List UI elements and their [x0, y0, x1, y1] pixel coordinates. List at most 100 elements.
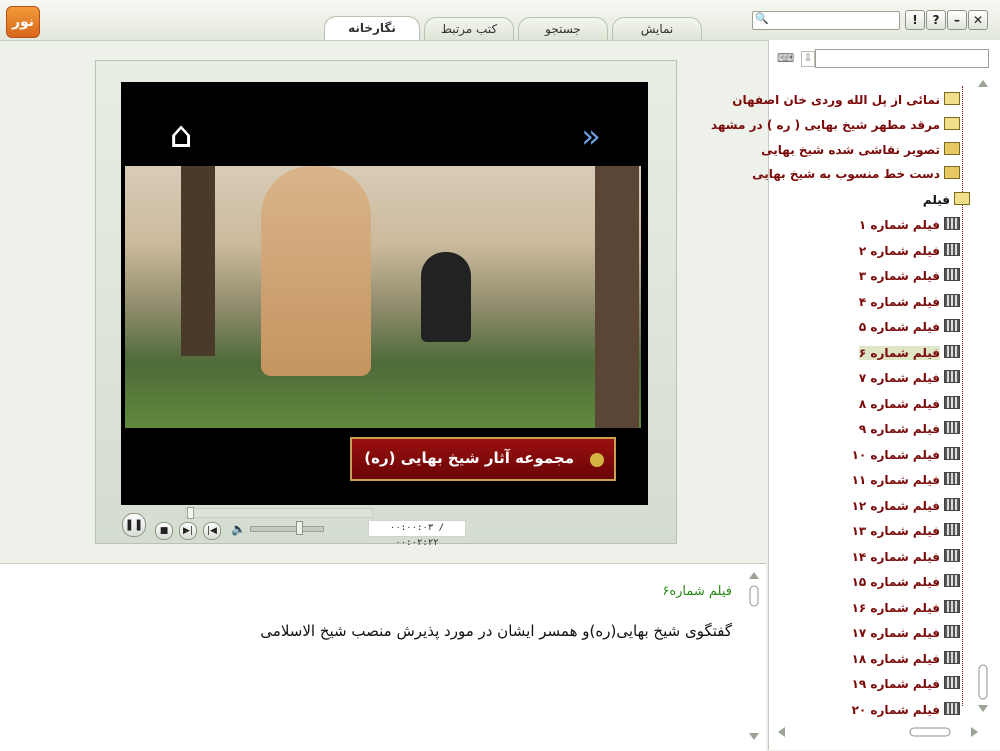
tree-item-film[interactable]: فیلم شماره ۱۵	[852, 574, 960, 592]
tree-item-film[interactable]: فیلم شماره ۱۷	[852, 625, 960, 643]
seek-bar[interactable]	[185, 508, 373, 518]
pause-button[interactable]: ❚❚	[122, 513, 146, 537]
video-screen[interactable]: ⌂ » مجموعه آثار شیخ بهایی (ره)	[121, 82, 648, 505]
scene-figure	[261, 166, 371, 376]
film-icon	[944, 472, 960, 485]
volume-slider[interactable]	[250, 526, 324, 532]
search-input[interactable]: 🔍	[752, 11, 900, 30]
tree-item-film[interactable]: فیلم شماره ۱۰	[852, 447, 960, 465]
film-label: فیلم شماره ۱۳	[851, 524, 940, 538]
tree-item[interactable]: مرقد مطهر شیخ بهایی ( ره ) در مشهد	[711, 117, 960, 135]
film-icon	[944, 574, 960, 587]
tree-item-film[interactable]: فیلم شماره ۲۰	[852, 702, 960, 720]
tree-item-film[interactable]: فیلم شماره ۱۹	[852, 676, 960, 694]
channel-logo-icon: ⌂	[169, 115, 193, 156]
film-label: فیلم شماره ۷	[858, 371, 940, 385]
film-icon	[944, 447, 960, 460]
tree-item-film[interactable]: فیلم شماره ۸	[859, 396, 960, 414]
film-icon	[944, 217, 960, 230]
keyboard-icon[interactable]: ⌨	[777, 51, 794, 65]
film-icon	[944, 396, 960, 409]
film-label: فیلم شماره ۱	[858, 218, 940, 232]
film-label: فیلم شماره ۲۰	[851, 703, 940, 717]
caption-bullet-icon	[590, 453, 604, 467]
tab-search[interactable]: جستجو	[518, 17, 608, 40]
film-icon	[944, 345, 960, 358]
film-label: فیلم شماره ۴	[858, 295, 940, 309]
tree-item-film[interactable]: فیلم شماره ۷	[859, 370, 960, 388]
film-icon	[944, 268, 960, 281]
app-logo: نور	[6, 6, 40, 38]
tree-item-film[interactable]: فیلم شماره ۱۴	[852, 549, 960, 567]
film-icon	[944, 243, 960, 256]
description-pane: فیلم شماره۶ گفتگوی شیخ بهایی(ره)و همسر ا…	[0, 563, 766, 751]
film-label: فیلم شماره ۱۱	[851, 473, 940, 487]
film-icon	[944, 523, 960, 536]
tab-related-books[interactable]: کتب مرتبط	[424, 17, 514, 40]
tree-item[interactable]: تصویر نقاشی شده شیخ بهایی	[761, 142, 960, 160]
description-scrollbar[interactable]	[748, 572, 760, 740]
help-button[interactable]: ?	[926, 10, 946, 30]
tree-item-film[interactable]: فیلم شماره ۱۳	[852, 523, 960, 541]
caption-text: مجموعه آثار شیخ بهایی (ره)	[364, 449, 574, 467]
tree-item-film[interactable]: فیلم شماره ۹	[859, 421, 960, 439]
film-label: فیلم شماره ۳	[858, 269, 940, 283]
tree-item-film[interactable]: فیلم شماره ۱۱	[852, 472, 960, 490]
description-body: گفتگوی شیخ بهایی(ره)و همسر ایشان در مورد…	[260, 622, 732, 640]
volume-thumb[interactable]	[296, 521, 303, 535]
film-icon	[944, 421, 960, 434]
tab-gallery[interactable]: نگارخانه	[324, 16, 420, 40]
photo-icon	[944, 166, 960, 179]
tree-item[interactable]: نمائی از پل الله وردی خان اصفهان	[732, 92, 960, 110]
tree-item-film[interactable]: فیلم شماره ۲	[859, 243, 960, 261]
tree-horizontal-scrollbar[interactable]	[778, 726, 978, 738]
film-label: فیلم شماره ۱۵	[851, 575, 940, 589]
tree-item-film[interactable]: فیلم شماره ۱	[859, 217, 960, 235]
folder-icon	[944, 92, 960, 105]
film-label: فیلم شماره ۱۴	[851, 550, 940, 564]
close-button[interactable]: ✕	[968, 10, 988, 30]
tab-display[interactable]: نمایش	[612, 17, 702, 40]
video-caption: مجموعه آثار شیخ بهایی (ره)	[350, 437, 616, 481]
scene-tree	[595, 166, 639, 428]
tree-item-film[interactable]: فیلم شماره ۵	[859, 319, 960, 337]
tree-scrollbar[interactable]	[978, 80, 988, 712]
film-icon	[944, 370, 960, 383]
film-label: فیلم شماره ۱۷	[851, 626, 940, 640]
tree-search-input[interactable]	[815, 49, 989, 68]
film-icon	[944, 294, 960, 307]
film-icon	[944, 319, 960, 332]
description-title: فیلم شماره۶	[662, 584, 732, 599]
film-icon	[944, 600, 960, 613]
film-icon	[944, 625, 960, 638]
next-button[interactable]: ▶|	[179, 522, 197, 540]
previous-button[interactable]: |◀	[203, 522, 221, 540]
scene-tree	[181, 166, 215, 356]
tree-folder-film[interactable]: فیلم	[923, 192, 970, 210]
minimize-button[interactable]: –	[947, 10, 967, 30]
tree-item-film[interactable]: فیلم شماره ۳	[859, 268, 960, 286]
folder-open-icon	[954, 192, 970, 205]
film-icon	[944, 702, 960, 715]
arrow-down-icon[interactable]: ⇩	[801, 51, 815, 67]
tree-item-film[interactable]: فیلم شماره ۱۸	[852, 651, 960, 669]
film-label: فیلم شماره ۲	[858, 244, 940, 258]
time-display: ۰۰:۰۰:۰۳ / ۰۰:۰۲:۲۲	[368, 520, 466, 548]
film-label: فیلم شماره ۶	[858, 346, 940, 360]
alert-button[interactable]: !	[905, 10, 925, 30]
film-label: فیلم شماره ۱۸	[851, 652, 940, 666]
tree-item[interactable]: دست خط منسوب به شیخ بهایی	[752, 166, 960, 184]
search-icon: 🔍	[755, 12, 769, 25]
tree-item-film[interactable]: فیلم شماره ۶	[858, 345, 960, 363]
film-icon	[944, 676, 960, 689]
stop-button[interactable]: ■	[155, 522, 173, 540]
volume-icon[interactable]: 🔈	[231, 522, 246, 536]
film-label: فیلم شماره ۵	[858, 320, 940, 334]
folder-icon	[944, 117, 960, 130]
scene-figure	[421, 252, 471, 342]
tree-item-film[interactable]: فیلم شماره ۴	[859, 294, 960, 312]
film-label: فیلم شماره ۹	[858, 422, 940, 436]
seek-thumb[interactable]	[187, 507, 194, 519]
tree-item-film[interactable]: فیلم شماره ۱۲	[852, 498, 960, 516]
tree-item-film[interactable]: فیلم شماره ۱۶	[852, 600, 960, 618]
